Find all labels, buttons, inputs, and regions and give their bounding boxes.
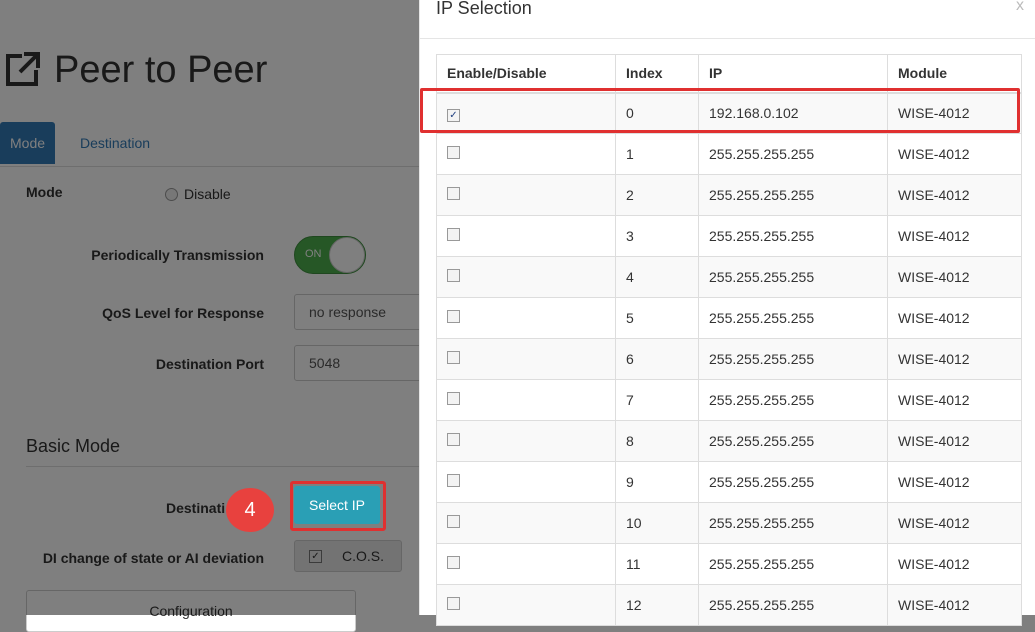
- ip-cell: 255.255.255.255: [698, 502, 888, 544]
- ip-cell: 255.255.255.255: [698, 379, 888, 421]
- module-cell: WISE-4012: [887, 584, 1022, 626]
- enable-cell: [436, 461, 616, 503]
- table-row[interactable]: 3 255.255.255.255 WISE-4012: [436, 215, 1022, 257]
- ip-cell: 255.255.255.255: [698, 543, 888, 585]
- enable-checkbox[interactable]: ✓: [447, 108, 460, 122]
- index-cell: 8: [615, 420, 699, 462]
- enable-checkbox[interactable]: [447, 556, 460, 569]
- ip-cell: 255.255.255.255: [698, 420, 888, 462]
- table-row[interactable]: 11 255.255.255.255 WISE-4012: [436, 543, 1022, 585]
- table-row[interactable]: 6 255.255.255.255 WISE-4012: [436, 338, 1022, 380]
- enable-checkbox[interactable]: [447, 146, 460, 159]
- enable-checkbox[interactable]: [447, 351, 460, 364]
- module-cell: WISE-4012: [887, 92, 1022, 134]
- index-cell: 7: [615, 379, 699, 421]
- enable-cell: ✓: [436, 92, 616, 134]
- enable-cell: [436, 543, 616, 585]
- enable-checkbox[interactable]: [447, 597, 460, 610]
- module-cell: WISE-4012: [887, 133, 1022, 175]
- module-cell: WISE-4012: [887, 543, 1022, 585]
- enable-cell: [436, 584, 616, 626]
- index-cell: 2: [615, 174, 699, 216]
- enable-cell: [436, 215, 616, 257]
- ip-selection-modal: IP Selection x Enable/Disable Index IP M…: [419, 0, 1035, 626]
- enable-checkbox[interactable]: [447, 474, 460, 487]
- index-cell: 9: [615, 461, 699, 503]
- table-row[interactable]: 1 255.255.255.255 WISE-4012: [436, 133, 1022, 175]
- module-cell: WISE-4012: [887, 461, 1022, 503]
- table-row[interactable]: 9 255.255.255.255 WISE-4012: [436, 461, 1022, 503]
- enable-checkbox[interactable]: [447, 433, 460, 446]
- ip-cell: 255.255.255.255: [698, 297, 888, 339]
- enable-checkbox[interactable]: [447, 187, 460, 200]
- select-ip-button[interactable]: Select IP: [294, 486, 380, 524]
- module-cell: WISE-4012: [887, 297, 1022, 339]
- enable-cell: [436, 502, 616, 544]
- index-cell: 6: [615, 338, 699, 380]
- col-ip: IP: [698, 54, 888, 94]
- enable-cell: [436, 256, 616, 298]
- enable-cell: [436, 174, 616, 216]
- enable-checkbox[interactable]: [447, 228, 460, 241]
- ip-cell: 255.255.255.255: [698, 584, 888, 626]
- modal-header: IP Selection x: [420, 0, 1035, 39]
- table-row[interactable]: ✓ 0 192.168.0.102 WISE-4012: [436, 92, 1022, 134]
- ip-cell: 255.255.255.255: [698, 256, 888, 298]
- ip-cell: 255.255.255.255: [698, 338, 888, 380]
- table-row[interactable]: 4 255.255.255.255 WISE-4012: [436, 256, 1022, 298]
- enable-checkbox[interactable]: [447, 269, 460, 282]
- col-index: Index: [615, 54, 699, 94]
- modal-title: IP Selection: [436, 0, 532, 18]
- module-cell: WISE-4012: [887, 502, 1022, 544]
- ip-cell: 255.255.255.255: [698, 174, 888, 216]
- enable-cell: [436, 297, 616, 339]
- table-row[interactable]: 12 255.255.255.255 WISE-4012: [436, 584, 1022, 626]
- module-cell: WISE-4012: [887, 174, 1022, 216]
- index-cell: 5: [615, 297, 699, 339]
- table-row[interactable]: 5 255.255.255.255 WISE-4012: [436, 297, 1022, 339]
- ip-cell: 192.168.0.102: [698, 92, 888, 134]
- enable-cell: [436, 420, 616, 462]
- module-cell: WISE-4012: [887, 379, 1022, 421]
- index-cell: 0: [615, 92, 699, 134]
- table-header-row: Enable/Disable Index IP Module: [436, 54, 1022, 94]
- ip-cell: 255.255.255.255: [698, 215, 888, 257]
- enable-checkbox[interactable]: [447, 392, 460, 405]
- index-cell: 12: [615, 584, 699, 626]
- enable-cell: [436, 379, 616, 421]
- col-module: Module: [887, 54, 1022, 94]
- index-cell: 3: [615, 215, 699, 257]
- module-cell: WISE-4012: [887, 338, 1022, 380]
- table-row[interactable]: 7 255.255.255.255 WISE-4012: [436, 379, 1022, 421]
- ip-cell: 255.255.255.255: [698, 133, 888, 175]
- index-cell: 11: [615, 543, 699, 585]
- ip-cell: 255.255.255.255: [698, 461, 888, 503]
- module-cell: WISE-4012: [887, 420, 1022, 462]
- ip-table: Enable/Disable Index IP Module ✓ 0 192.168…: [436, 54, 1022, 626]
- module-cell: WISE-4012: [887, 256, 1022, 298]
- table-row[interactable]: 8 255.255.255.255 WISE-4012: [436, 420, 1022, 462]
- step-badge: 4: [226, 488, 274, 532]
- enable-cell: [436, 338, 616, 380]
- table-row[interactable]: 10 255.255.255.255 WISE-4012: [436, 502, 1022, 544]
- module-cell: WISE-4012: [887, 215, 1022, 257]
- index-cell: 4: [615, 256, 699, 298]
- enable-checkbox[interactable]: [447, 310, 460, 323]
- index-cell: 10: [615, 502, 699, 544]
- ip-table-body: ✓ 0 192.168.0.102 WISE-4012 1 255.255.255.255…: [436, 92, 1022, 626]
- index-cell: 1: [615, 133, 699, 175]
- table-row[interactable]: 2 255.255.255.255 WISE-4012: [436, 174, 1022, 216]
- enable-cell: [436, 133, 616, 175]
- enable-checkbox[interactable]: [447, 515, 460, 528]
- col-enable-disable: Enable/Disable: [436, 54, 616, 94]
- close-icon[interactable]: x: [1016, 0, 1024, 15]
